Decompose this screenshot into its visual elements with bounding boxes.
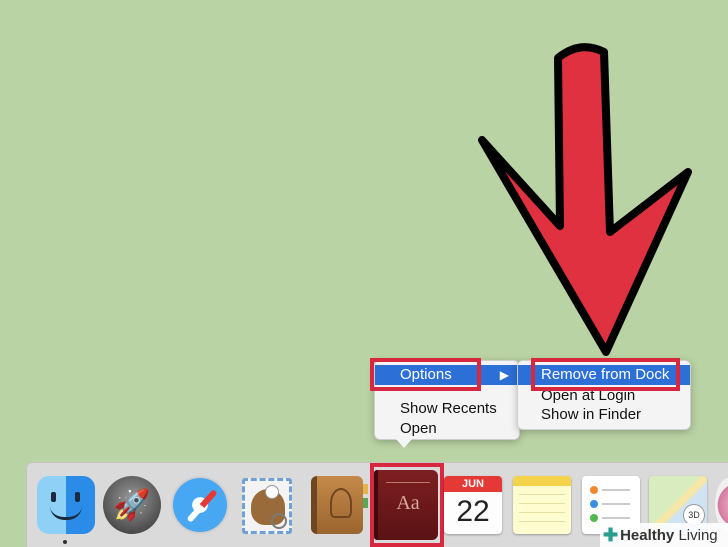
menu-pointer	[396, 439, 412, 448]
address-book-icon[interactable]	[311, 476, 368, 534]
dock-context-menu: Options ▶ Show Recents Open	[374, 360, 520, 440]
compass-icon[interactable]	[171, 476, 229, 534]
calendar-day: 22	[456, 495, 490, 528]
finder-running-indicator	[63, 540, 67, 544]
reminder-line	[602, 503, 630, 505]
finder-eye-right	[75, 492, 80, 502]
compass-needle	[186, 489, 218, 523]
notes-line	[519, 503, 565, 504]
rocket-icon[interactable]: 🚀	[103, 476, 161, 534]
notes-line	[519, 494, 565, 495]
notes-line	[519, 521, 565, 522]
calendar-month: JUN	[444, 476, 502, 492]
open-label: Open	[400, 420, 437, 437]
postmark	[271, 513, 287, 529]
contacts-tab-green	[363, 498, 368, 508]
book-band	[386, 482, 430, 483]
menu-item-open-at-login[interactable]: Open at Login	[518, 386, 690, 406]
menu-item-open[interactable]: Open	[375, 419, 519, 439]
options-label: Options	[400, 366, 452, 383]
watermark-brand-light: Living	[678, 526, 718, 544]
show-recents-label: Show Recents	[400, 400, 497, 417]
watermark-brand-bold: Healthy	[620, 526, 675, 544]
contact-silhouette	[330, 488, 352, 518]
healthy-living-watermark: ✚ Healthy Living	[600, 523, 728, 547]
menu-item-show-in-finder[interactable]: Show in Finder	[518, 405, 690, 425]
reminder-dot	[590, 500, 598, 508]
finder-icon[interactable]	[37, 476, 95, 534]
notes-header	[513, 476, 571, 486]
reminder-line	[602, 517, 630, 519]
stamp-icon[interactable]	[242, 478, 292, 534]
submenu-arrow-icon: ▶	[499, 368, 509, 382]
finder-smile	[50, 506, 82, 520]
notepad-icon[interactable]	[513, 476, 571, 534]
plus-icon: ✚	[603, 524, 619, 545]
reminder-dot	[590, 486, 598, 494]
menu-item-remove-from-dock[interactable]: Remove from Dock	[518, 365, 690, 385]
dictionary-glyph: Aa	[396, 492, 420, 514]
notes-line	[519, 512, 565, 513]
eagle-head	[265, 485, 279, 499]
contacts-tab-yellow	[363, 484, 368, 494]
reminder-dot	[590, 514, 598, 522]
calendar-icon[interactable]: JUN 22	[444, 476, 502, 534]
finder-eye-left	[51, 492, 56, 502]
book-icon[interactable]: Aa	[374, 470, 438, 540]
reminder-line	[602, 489, 630, 491]
options-submenu: Remove from Dock Open at Login Show in F…	[517, 360, 691, 430]
open-at-login-label: Open at Login	[541, 387, 636, 404]
menu-item-options[interactable]: Options ▶	[375, 365, 519, 385]
menu-item-show-recents[interactable]: Show Recents	[375, 399, 519, 419]
show-in-finder-label: Show in Finder	[541, 406, 642, 423]
remove-from-dock-label: Remove from Dock	[541, 366, 670, 383]
